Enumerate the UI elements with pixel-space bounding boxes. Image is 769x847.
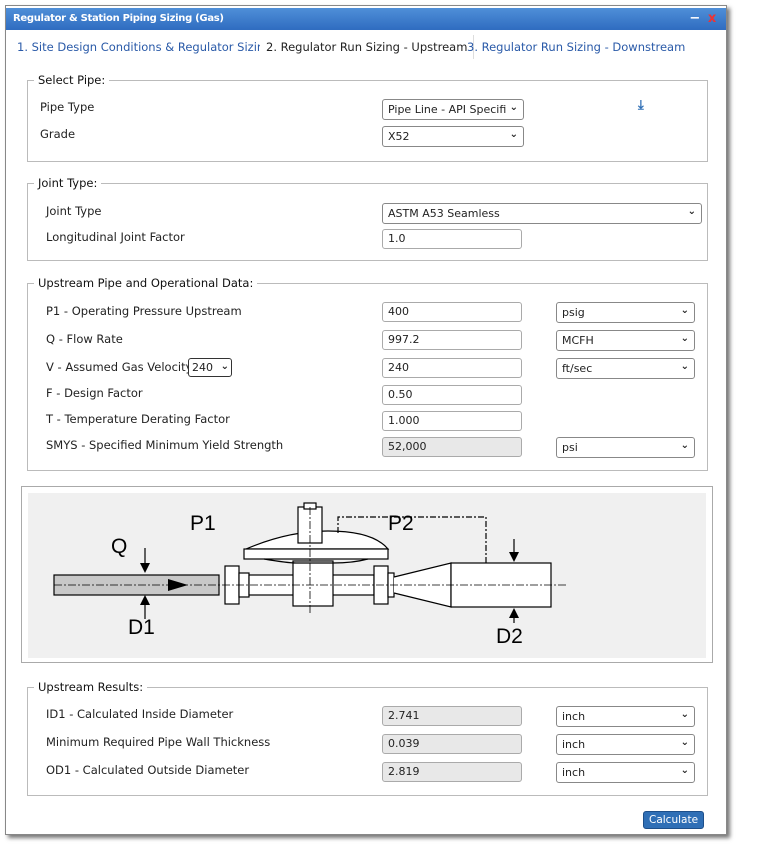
tab-bar: 1. Site Design Conditions & Regulator Si… bbox=[6, 33, 726, 59]
od1-unit-select[interactable]: inch ⌄ bbox=[556, 762, 695, 783]
calculate-button[interactable]: Calculate bbox=[643, 811, 705, 829]
d2-label: D2 bbox=[496, 625, 523, 648]
smys-input: 52,000 bbox=[382, 437, 522, 457]
wall-unit-select[interactable]: inch ⌄ bbox=[556, 734, 695, 755]
tab-downstream[interactable]: 3. Regulator Run Sizing - Downstream bbox=[461, 35, 691, 59]
joint-factor-input[interactable]: 1.0 bbox=[382, 229, 522, 249]
q-input[interactable]: 997.2 bbox=[382, 330, 522, 350]
od1-label: OD1 - Calculated Outside Diameter bbox=[46, 763, 250, 777]
joint-type-select[interactable]: ASTM A53 Seamless ⌄ bbox=[382, 203, 702, 224]
tab-upstream[interactable]: 2. Regulator Run Sizing - Upstream bbox=[260, 35, 475, 59]
joint-type-label: Joint Type bbox=[46, 204, 102, 218]
section-legend: Upstream Pipe and Operational Data: bbox=[34, 276, 258, 290]
wall-output: 0.039 bbox=[382, 734, 522, 754]
d1-label: D1 bbox=[128, 616, 155, 639]
v-input[interactable]: 240 bbox=[382, 358, 522, 378]
select-pipe-section: Select Pipe: Pipe Type Pipe Line - API S… bbox=[27, 73, 708, 162]
regulator-run-diagram: Q P1 P2 D1 D2 bbox=[28, 493, 706, 658]
wall-label: Minimum Required Pipe Wall Thickness bbox=[46, 735, 271, 749]
t-input[interactable]: 1.000 bbox=[382, 411, 522, 431]
id1-output: 2.741 bbox=[382, 706, 522, 726]
v-unit-select[interactable]: ft/sec ⌄ bbox=[556, 358, 695, 379]
diagram-panel: Q P1 P2 D1 D2 bbox=[21, 486, 713, 663]
pipe-type-label: Pipe Type bbox=[40, 100, 95, 114]
joint-factor-label: Longitudinal Joint Factor bbox=[46, 230, 185, 244]
id1-label: ID1 - Calculated Inside Diameter bbox=[46, 707, 234, 721]
joint-type-section: Joint Type: Joint Type ASTM A53 Seamless… bbox=[27, 176, 708, 261]
close-button[interactable]: x bbox=[708, 11, 716, 26]
q-label: Q - Flow Rate bbox=[46, 332, 123, 346]
t-label: T - Temperature Derating Factor bbox=[46, 412, 230, 426]
v-preset-select[interactable]: 240 ⌄ bbox=[188, 358, 232, 377]
pipe-type-select[interactable]: Pipe Line - API Specifi ⌄ bbox=[382, 99, 524, 120]
grade-label: Grade bbox=[40, 127, 76, 141]
v-label: V - Assumed Gas Velocity bbox=[46, 360, 193, 374]
minimize-button[interactable]: − bbox=[689, 11, 700, 26]
smys-unit-select[interactable]: psi ⌄ bbox=[556, 437, 695, 458]
window-title: Regulator & Station Piping Sizing (Gas) bbox=[13, 13, 224, 24]
grade-select[interactable]: X52 ⌄ bbox=[382, 126, 524, 147]
p2-label: P2 bbox=[388, 512, 414, 535]
p1-label: P1 bbox=[190, 512, 216, 535]
upstream-results-section: Upstream Results: ID1 - Calculated Insid… bbox=[27, 680, 708, 796]
p1-label: P1 - Operating Pressure Upstream bbox=[46, 304, 242, 318]
section-legend: Joint Type: bbox=[34, 176, 102, 190]
p1-input[interactable]: 400 bbox=[382, 302, 522, 322]
p1-unit-select[interactable]: psig ⌄ bbox=[556, 302, 695, 323]
f-input[interactable]: 0.50 bbox=[382, 385, 522, 405]
download-icon[interactable]: ⤓ bbox=[638, 98, 644, 113]
q-unit-select[interactable]: MCFH ⌄ bbox=[556, 330, 695, 351]
f-label: F - Design Factor bbox=[46, 386, 143, 400]
id1-unit-select[interactable]: inch ⌄ bbox=[556, 706, 695, 727]
dialog-window: Regulator & Station Piping Sizing (Gas) … bbox=[5, 5, 727, 835]
smys-label: SMYS - Specified Minimum Yield Strength bbox=[46, 438, 284, 452]
section-legend: Select Pipe: bbox=[34, 73, 110, 87]
q-label: Q bbox=[111, 535, 127, 558]
section-legend: Upstream Results: bbox=[34, 680, 148, 694]
upstream-data-section: Upstream Pipe and Operational Data: P1 -… bbox=[27, 276, 708, 471]
tab-site-design[interactable]: 1. Site Design Conditions & Regulator Si… bbox=[11, 35, 279, 59]
od1-output: 2.819 bbox=[382, 762, 522, 782]
title-bar: Regulator & Station Piping Sizing (Gas) … bbox=[6, 8, 726, 30]
